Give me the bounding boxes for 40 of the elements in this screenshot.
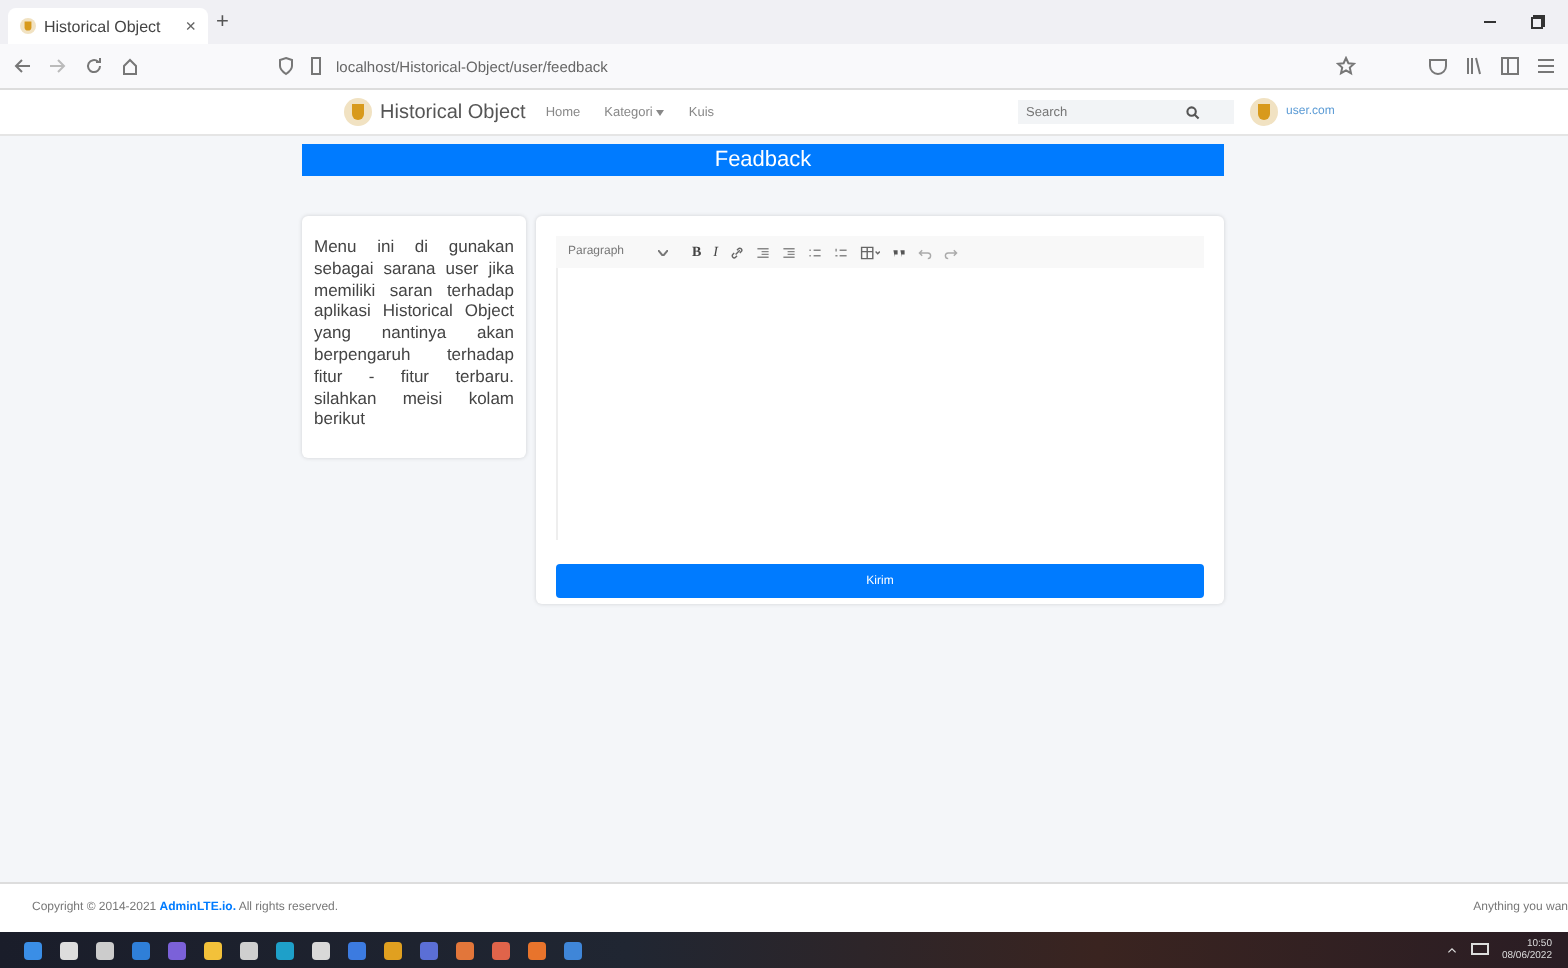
favicon-icon (20, 18, 36, 34)
reload-icon[interactable] (84, 56, 104, 76)
library-icon[interactable] (1464, 56, 1484, 76)
tab-title: Historical Object (44, 17, 163, 35)
taskbar-icon[interactable] (312, 941, 330, 959)
shield-icon (276, 56, 296, 76)
back-icon[interactable] (12, 56, 32, 76)
taskbar-icon[interactable] (96, 941, 114, 959)
taskbar-icon[interactable] (24, 941, 42, 959)
table-icon[interactable] (860, 245, 881, 259)
taskbar-icon[interactable] (456, 941, 474, 959)
outdent-icon[interactable] (756, 245, 771, 259)
taskbar-icon[interactable] (528, 941, 546, 959)
caret-icon (658, 249, 668, 255)
link-icon[interactable] (730, 245, 745, 259)
monitor-icon[interactable] (1469, 940, 1490, 960)
description-text: Menu ini di gunakan sebagai sarana user jika memiliki saran terhadap aplikasi Historical Object yang nantinya akan berpengaruh terhadap fitur - fitur terbaru. silahkan meisi kolam berikut (314, 236, 514, 431)
new-tab-button[interactable]: + (216, 10, 229, 34)
taskbar-icon[interactable] (60, 941, 78, 959)
page-title: Feadback (302, 144, 1224, 176)
quote-icon[interactable] (892, 245, 907, 259)
taskbar-icon[interactable] (240, 941, 258, 959)
search-icon[interactable] (1186, 105, 1201, 119)
avatar-icon (1250, 98, 1279, 126)
taskbar-icon[interactable] (276, 941, 294, 959)
bullet-list-icon[interactable] (808, 245, 823, 259)
star-icon[interactable] (1336, 56, 1356, 76)
numbered-list-icon[interactable] (834, 245, 849, 259)
home-icon[interactable] (120, 56, 140, 76)
logo-icon (344, 98, 372, 126)
brand-name[interactable]: Historical Object (380, 101, 526, 123)
indent-icon[interactable] (782, 245, 797, 259)
taskbar-icon[interactable] (384, 941, 402, 959)
sidebar-icon[interactable] (1500, 56, 1520, 76)
caret-icon (656, 109, 665, 115)
tab-close-button[interactable]: × (185, 16, 196, 36)
browser-tab[interactable]: Historical Object × (8, 8, 208, 44)
menu-icon[interactable] (1536, 56, 1556, 76)
taskbar-icon[interactable] (204, 941, 222, 959)
restore-icon[interactable] (1528, 12, 1548, 32)
